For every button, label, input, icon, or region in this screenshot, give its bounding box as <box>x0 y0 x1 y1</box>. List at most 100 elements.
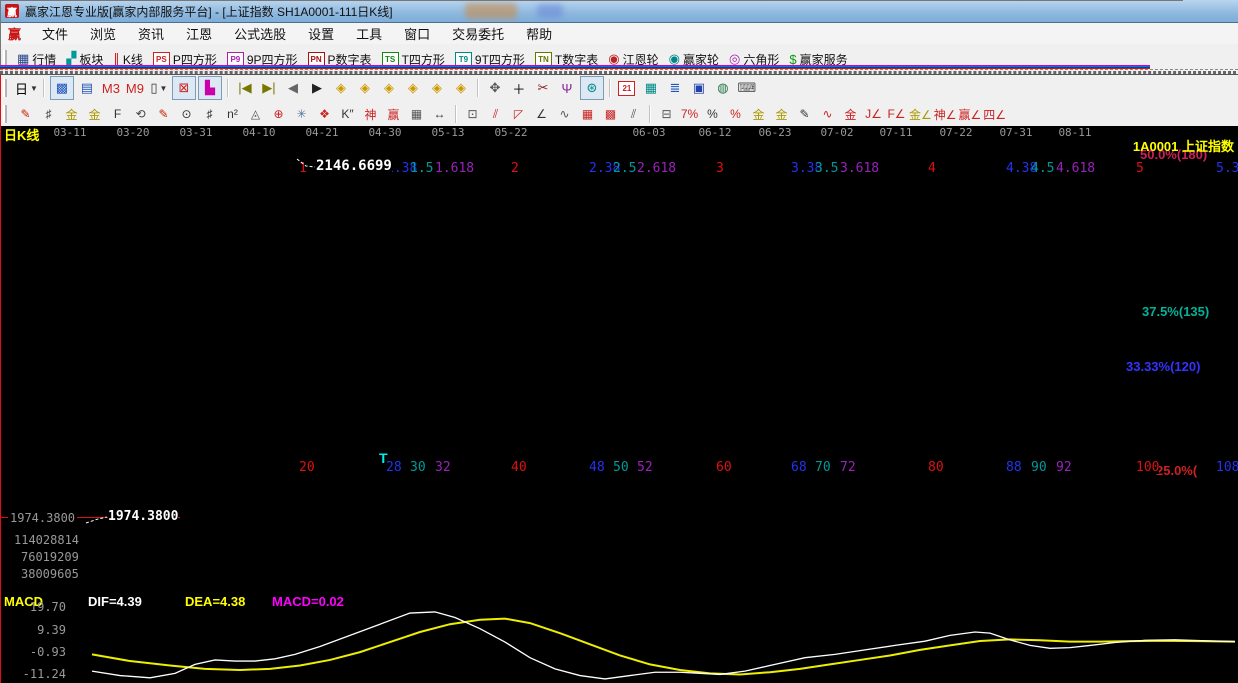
chart-window-toggle[interactable]: ▩ <box>49 76 74 100</box>
k-mark[interactable]: Κ″ <box>337 104 358 124</box>
toolbar-grip[interactable] <box>3 50 9 68</box>
t-square-button[interactable]: TS T四方形 <box>381 51 449 68</box>
jump-last-button[interactable]: ▶| <box>258 77 280 99</box>
single-candle-tool-dropdown-icon[interactable]: ▼ <box>160 84 168 93</box>
step-forward-button[interactable]: ▶ <box>306 77 328 99</box>
candle-pencil[interactable]: ✎ <box>794 104 815 124</box>
sectors-button[interactable]: ▞ 板块 <box>66 51 107 68</box>
t9-square-button[interactable]: T9 9T四方形 <box>454 51 529 68</box>
target-circle[interactable]: ⊕ <box>268 104 289 124</box>
parallel-lines[interactable]: ⫽ <box>623 104 644 124</box>
gold-lines[interactable]: 金 <box>771 104 792 124</box>
winner-service-button[interactable]: $ 赢家服务 <box>789 51 851 68</box>
ruler-123[interactable]: ▦ <box>406 104 427 124</box>
f-angle[interactable]: F∠ <box>886 104 907 124</box>
crosshair-tool[interactable]: ＋ <box>508 77 530 99</box>
period-day-selector-dropdown-icon[interactable]: ▼ <box>30 84 38 93</box>
fan-red[interactable]: ⫽ <box>485 104 506 124</box>
hash-lines[interactable]: ♯ <box>199 104 220 124</box>
angle-lines[interactable]: ∠ <box>531 104 552 124</box>
gann-web-tool[interactable]: ⊛ <box>579 76 604 100</box>
step-back-button[interactable]: ◀ <box>282 77 304 99</box>
n-square[interactable]: n² <box>222 104 243 124</box>
shen-grid[interactable]: 神 <box>360 104 381 124</box>
gann-arrow-left[interactable]: ◈ <box>330 77 352 99</box>
time-circle[interactable]: ⊙ <box>176 104 197 124</box>
p-square-button[interactable]: PS P四方形 <box>152 51 221 68</box>
gold-red-lines[interactable]: 金 <box>840 104 861 124</box>
menu-item-资讯[interactable]: 资讯 <box>127 22 175 45</box>
gold-circle[interactable]: 金 <box>748 104 769 124</box>
m3-indicator-button[interactable]: M3 <box>100 77 122 99</box>
gann-lines[interactable]: ♯ <box>38 104 59 124</box>
pan-hand-tool[interactable]: ✥ <box>484 77 506 99</box>
menu-item-交易委托[interactable]: 交易委托 <box>441 22 515 45</box>
wave-a[interactable]: ∿ <box>817 104 838 124</box>
calendar-tool[interactable]: 21 <box>616 77 638 99</box>
triangle-ruler[interactable]: ◬ <box>245 104 266 124</box>
info-panel-button[interactable]: ▤ <box>76 77 98 99</box>
red-grid[interactable]: ▦ <box>577 104 598 124</box>
title-bar[interactable]: 赢 赢家江恩专业版[赢家内部服务平台] - [上证指数 SH1A0001-111… <box>0 0 1238 23</box>
draw-pencil[interactable]: ✎ <box>15 104 36 124</box>
color-histogram-tool[interactable]: ▙ <box>197 76 222 100</box>
gold-grid-2[interactable]: 金 <box>84 104 105 124</box>
h-span[interactable]: ↔ <box>429 104 450 124</box>
zigzag-tool[interactable]: ∿ <box>554 104 575 124</box>
menu-item-江恩[interactable]: 江恩 <box>175 22 223 45</box>
shen-angle[interactable]: 神∠ <box>934 104 957 124</box>
gann-arrow-right[interactable]: ◈ <box>354 77 376 99</box>
workstation-tool[interactable]: ⌨ <box>736 77 758 99</box>
win-grid[interactable]: 赢 <box>383 104 404 124</box>
fan-box[interactable]: ◸ <box>508 104 529 124</box>
m9-indicator-button[interactable]: M9 <box>124 77 146 99</box>
f-grid[interactable]: F <box>107 104 128 124</box>
p9-square-button[interactable]: P9 9P四方形 <box>226 51 302 68</box>
spiral-tool[interactable]: ⟲ <box>130 104 151 124</box>
menu-item-浏览[interactable]: 浏览 <box>79 22 127 45</box>
percent-lines[interactable]: % <box>725 104 746 124</box>
calculator-tool[interactable]: ▦ <box>640 77 662 99</box>
marker-pencil[interactable]: ✎ <box>153 104 174 124</box>
gann-comb-tool[interactable]: Ψ <box>556 77 578 99</box>
gold-grid[interactable]: 金 <box>61 104 82 124</box>
save-tool[interactable]: ▣ <box>688 77 710 99</box>
hexagon-button[interactable]: ◎ 六角形 <box>729 51 783 68</box>
box-tool[interactable]: ⊡ <box>462 104 483 124</box>
ruler-box[interactable]: ⊟ <box>656 104 677 124</box>
toolbar-grip[interactable] <box>3 79 9 97</box>
single-candle-tool[interactable]: ▯ ▼ <box>148 77 170 99</box>
p-number-table-button[interactable]: PN P数字表 <box>307 51 376 68</box>
jump-first-button[interactable]: |◀ <box>234 77 256 99</box>
t-number-table-button[interactable]: TN T数字表 <box>534 51 602 68</box>
menu-item-工具[interactable]: 工具 <box>345 22 393 45</box>
menu-item-文件[interactable]: 文件 <box>31 22 79 45</box>
notes-tool[interactable]: ≣ <box>664 77 686 99</box>
win-angle[interactable]: 赢∠ <box>959 104 982 124</box>
gann-arrow-4way[interactable]: ◈ <box>426 77 448 99</box>
j-angle[interactable]: J∠ <box>863 104 884 124</box>
web-star[interactable]: ✳ <box>291 104 312 124</box>
market-quotes-button[interactable]: ▦ 行情 <box>17 51 60 68</box>
menu-item-窗口[interactable]: 窗口 <box>393 22 441 45</box>
gold-angle[interactable]: 金∠ <box>909 104 932 124</box>
menu-item-公式选股[interactable]: 公式选股 <box>223 22 297 45</box>
menu-item-设置[interactable]: 设置 <box>297 22 345 45</box>
gann-wheel-button[interactable]: ◉ 江恩轮 <box>608 51 662 68</box>
menu-item-帮助[interactable]: 帮助 <box>515 22 563 45</box>
web-grid[interactable]: ❖ <box>314 104 335 124</box>
toolbar-grip[interactable] <box>3 105 9 123</box>
gann-arrow-horizontal[interactable]: ◈ <box>378 77 400 99</box>
export-tool[interactable]: ◍ <box>712 77 734 99</box>
period-day-selector[interactable]: 日 ▼ <box>15 77 38 99</box>
percent-tool[interactable]: % <box>702 104 723 124</box>
measure-tool[interactable]: ✂ <box>532 77 554 99</box>
four-angle[interactable]: 四∠ <box>983 104 1006 124</box>
red-grid-2[interactable]: ▩ <box>600 104 621 124</box>
percent-7[interactable]: 7% <box>679 104 700 124</box>
region-select-tool[interactable]: ⊠ <box>171 76 196 100</box>
kline-button[interactable]: ∥ K线 <box>113 51 147 68</box>
gann-arrow-center[interactable]: ◈ <box>450 77 472 99</box>
winner-wheel-button[interactable]: ◉ 赢家轮 <box>669 51 723 68</box>
gann-arrow-inward[interactable]: ◈ <box>402 77 424 99</box>
